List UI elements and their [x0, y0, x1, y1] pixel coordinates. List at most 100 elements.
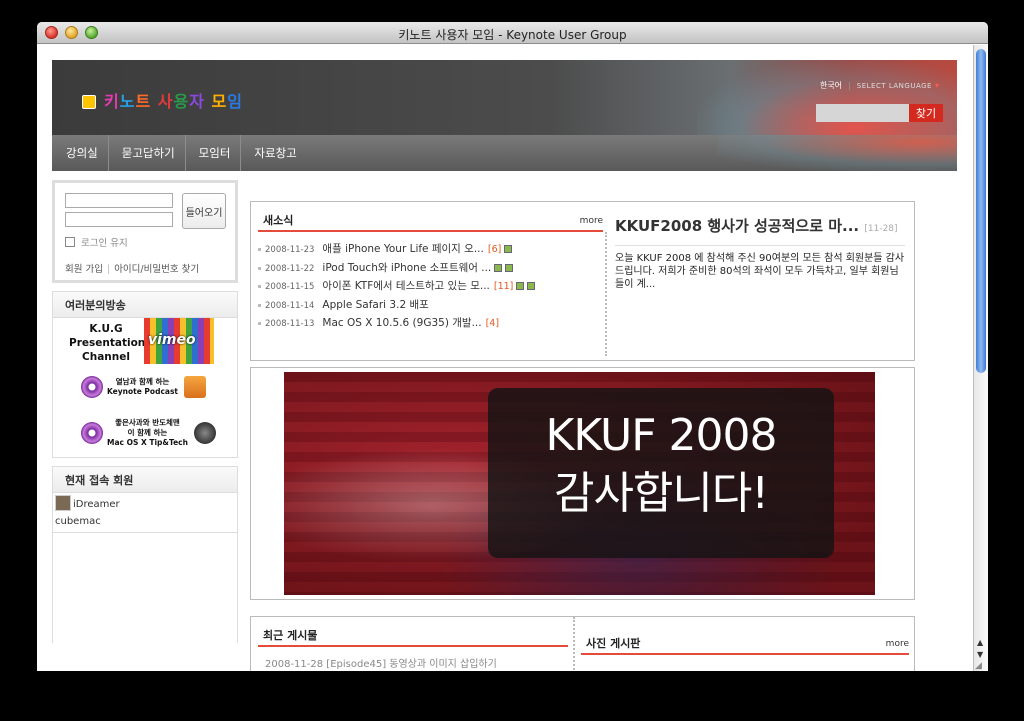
site-header: 키노트 사용자 모임 한국어 | SELECT LANGUAGE ▾ 찾기	[52, 60, 957, 135]
page: 키노트 사용자 모임 한국어 | SELECT LANGUAGE ▾ 찾기 강의실 묻고…	[52, 60, 957, 671]
username-field[interactable]	[65, 193, 173, 208]
news-list: 2008-11-23 애플 iPhone Your Life 페이지 오... [6…	[258, 240, 603, 333]
keep-login-checkbox[interactable]: 로그인 유지	[65, 235, 225, 249]
bottom-boxes: 최근 게시물 2008-11-28 [Episode45] 동영상과 이미지 삽…	[250, 616, 915, 671]
select-language-link[interactable]: SELECT LANGUAGE	[857, 82, 932, 90]
recent-section-title: 최근 게시물	[258, 625, 568, 647]
chevron-down-icon: ▾	[934, 81, 939, 90]
kug-channel-link[interactable]: K.U.G Presentation Channel	[69, 322, 145, 364]
list-item[interactable]: 2008-11-13 Mac OS X 10.5.6 (9G35) 개발... [4…	[258, 314, 603, 333]
search-input[interactable]	[816, 104, 909, 122]
keynote-podcast-link[interactable]: 열남과 함께 하는 Keynote Podcast	[81, 376, 207, 398]
photo-board-title: 사진 게시판	[586, 637, 641, 650]
list-item[interactable]: 2008-11-22 iPod Touch와 iPhone 소프트웨어 ...	[258, 259, 603, 278]
podcast-icon	[81, 376, 103, 398]
sidebar: 들어오기 로그인 유지 회원 가입 | 아이디/비밀번호 찾기 여러분의방송 K.U…	[52, 180, 238, 643]
members-title: 현재 접속 회원	[52, 466, 238, 493]
event-photo: KKUF 2008 감사합니다!	[284, 372, 875, 595]
podcast2-line3: Mac OS X Tip&Tech	[107, 438, 188, 447]
nav-item-meetup[interactable]: 모임터	[184, 135, 241, 171]
news-link[interactable]: 아이폰 KTF에서 테스트하고 있는 모...	[322, 280, 489, 292]
vimeo-label: vimeo	[148, 332, 196, 348]
attachment-icon	[527, 282, 536, 290]
password-field[interactable]	[65, 212, 173, 227]
news-date: 2008-11-23	[265, 245, 315, 255]
podcast1-line1: 열남과 함께 하는	[115, 377, 170, 386]
recent-post-item[interactable]: 2008-11-28 [Episode45] 동영상과 이미지 삽입하기	[258, 655, 568, 670]
member-name[interactable]: iDreamer	[73, 499, 120, 510]
search-form: 찾기	[816, 104, 943, 123]
macosx-icon	[193, 422, 216, 444]
divider	[605, 232, 607, 356]
divider	[573, 617, 575, 671]
macosx-podcast-link[interactable]: 좋은사과와 반도체맨 이 함께 하는 Mac OS X Tip&Tech	[81, 418, 216, 448]
podcast1-line2: Keynote Podcast	[107, 387, 179, 396]
language-selector[interactable]: 한국어 | SELECT LANGUAGE ▾	[820, 80, 939, 91]
logo-icon	[82, 95, 96, 109]
nav-item-archive[interactable]: 자료창고	[240, 135, 306, 171]
comment-count: [4]	[485, 318, 500, 329]
photo-more-link[interactable]: more	[886, 633, 909, 655]
recent-title: 최근 게시물	[263, 629, 318, 642]
attachment-icon	[504, 245, 513, 253]
scroll-down-icon[interactable]: ▼	[977, 650, 983, 659]
window-title: 키노트 사용자 모임 - Keynote User Group	[398, 28, 627, 42]
vimeo-logo[interactable]: vimeo	[144, 318, 214, 364]
main-nav: 강의실 묻고답하기 모임터 자료창고	[52, 135, 957, 171]
signup-link[interactable]: 회원 가입	[65, 264, 103, 275]
news-link[interactable]: iPod Touch와 iPhone 소프트웨어 ...	[322, 262, 491, 274]
news-more-link[interactable]: more	[580, 210, 603, 232]
web-viewport: 키노트 사용자 모임 한국어 | SELECT LANGUAGE ▾ 찾기 강의실 묻고…	[37, 45, 973, 671]
scroll-up-icon[interactable]: ▲	[977, 638, 983, 647]
login-button[interactable]: 들어오기	[182, 193, 226, 229]
news-link[interactable]: Apple Safari 3.2 배포	[322, 299, 428, 311]
login-box: 들어오기 로그인 유지 회원 가입 | 아이디/비밀번호 찾기	[52, 180, 238, 283]
checkbox-icon[interactable]	[65, 237, 75, 247]
podcast-icon	[81, 422, 103, 444]
keep-login-label: 로그인 유지	[81, 238, 128, 249]
browser-window: 키노트 사용자 모임 - Keynote User Group 키노트 사용자 …	[37, 22, 988, 671]
podcast2-line2: 이 함께 하는	[127, 428, 168, 437]
news-date: 2008-11-13	[265, 319, 315, 329]
list-item[interactable]: 2008-11-23 애플 iPhone Your Life 페이지 오... [6…	[258, 240, 603, 259]
podcast2-line1: 좋은사과와 반도체맨	[115, 418, 180, 427]
resize-handle-icon[interactable]: ◢	[975, 661, 987, 671]
member-item[interactable]: cubemac	[55, 513, 235, 531]
list-item[interactable]: 2008-11-14 Apple Safari 3.2 배포	[258, 296, 603, 315]
member-name[interactable]: cubemac	[55, 516, 101, 527]
search-button[interactable]: 찾기	[909, 104, 943, 122]
title-bar[interactable]: 키노트 사용자 모임 - Keynote User Group	[37, 22, 988, 44]
broadcast-box: K.U.G Presentation Channel vimeo 열남과 함께 …	[52, 318, 238, 458]
avatar	[55, 495, 71, 511]
find-account-link[interactable]: 아이디/비밀번호 찾기	[114, 264, 199, 275]
news-date: 2008-11-14	[265, 300, 315, 311]
featured-title[interactable]: KKUF2008 행사가 성공적으로 마...	[615, 217, 859, 235]
news-section-title: 새소식 more	[258, 210, 603, 232]
vertical-scrollbar[interactable]: ▲ ▼ ◢	[973, 45, 988, 671]
event-banner[interactable]: KKUF 2008 감사합니다!	[250, 367, 915, 600]
sidebar-filler	[52, 533, 238, 643]
member-item[interactable]: iDreamer	[55, 495, 235, 513]
online-members: iDreamer cubemac	[52, 493, 238, 533]
featured-date: [11-28]	[864, 224, 898, 234]
news-box: 새소식 more 2008-11-23 애플 iPhone Your Life 페이…	[250, 201, 915, 361]
site-logo[interactable]: 키노트 사용자 모임	[82, 88, 243, 112]
news-date: 2008-11-22	[265, 263, 315, 274]
scrollbar-thumb[interactable]	[976, 49, 986, 373]
photo-section-title: 사진 게시판 more	[581, 633, 909, 655]
news-date: 2008-11-15	[265, 282, 315, 292]
nav-item-lecture[interactable]: 강의실	[66, 135, 108, 171]
image-icon	[516, 282, 525, 290]
current-language[interactable]: 한국어	[820, 81, 842, 90]
main-content: 새소식 more 2008-11-23 애플 iPhone Your Life 페이…	[250, 201, 915, 671]
news-title: 새소식	[263, 214, 294, 227]
banner-overlay: KKUF 2008 감사합니다!	[488, 388, 834, 558]
news-link[interactable]: Mac OS X 10.5.6 (9G35) 개발...	[322, 317, 481, 329]
broadcast-title: 여러분의방송	[52, 291, 238, 318]
list-item[interactable]: 2008-11-15 아이폰 KTF에서 테스트하고 있는 모... [11]	[258, 277, 603, 296]
comment-count: [6]	[487, 244, 502, 255]
banner-line1: KKUF 2008	[545, 410, 777, 461]
featured-summary: 오늘 KKUF 2008 에 참석해 주신 90여분의 모든 참석 회원분들 감…	[615, 245, 905, 291]
nav-item-qna[interactable]: 묻고답하기	[107, 135, 185, 171]
news-link[interactable]: 애플 iPhone Your Life 페이지 오...	[322, 243, 483, 255]
